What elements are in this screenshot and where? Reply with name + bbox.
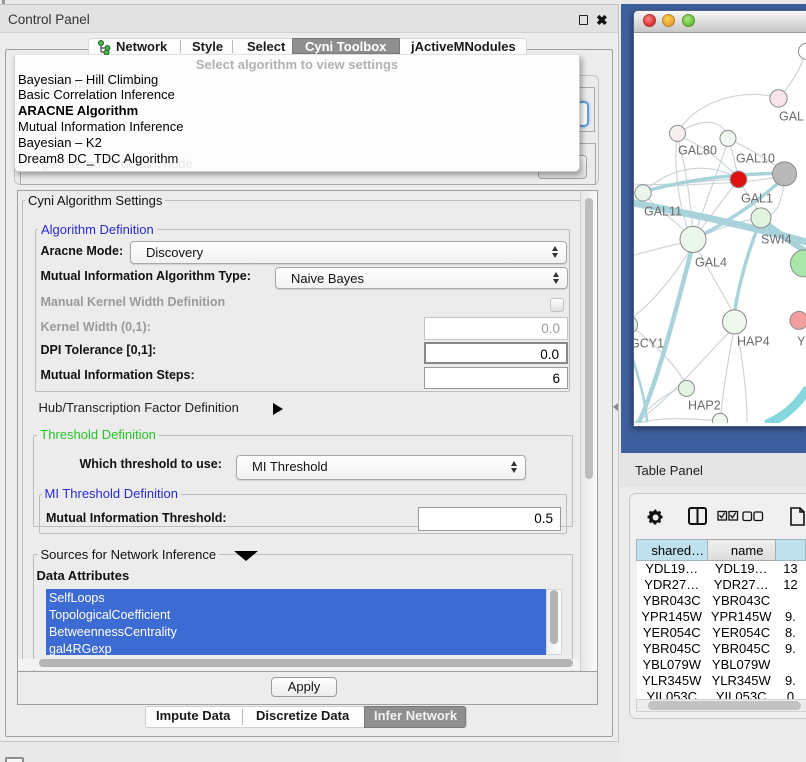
svg-text:GAL11: GAL11 — [644, 204, 682, 218]
svg-text:Y: Y — [797, 334, 806, 348]
svg-text:GAL: GAL — [779, 109, 804, 123]
svg-text:GAL4: GAL4 — [695, 255, 727, 269]
svg-text:HAP2: HAP2 — [688, 398, 721, 412]
svg-text:SWI4: SWI4 — [761, 232, 792, 246]
svg-text:GAL1: GAL1 — [741, 191, 773, 205]
svg-text:GAL10: GAL10 — [736, 151, 775, 165]
svg-text:GAL80: GAL80 — [678, 143, 717, 157]
svg-text:GCY1: GCY1 — [634, 336, 664, 350]
svg-text:HAP4: HAP4 — [737, 334, 770, 348]
